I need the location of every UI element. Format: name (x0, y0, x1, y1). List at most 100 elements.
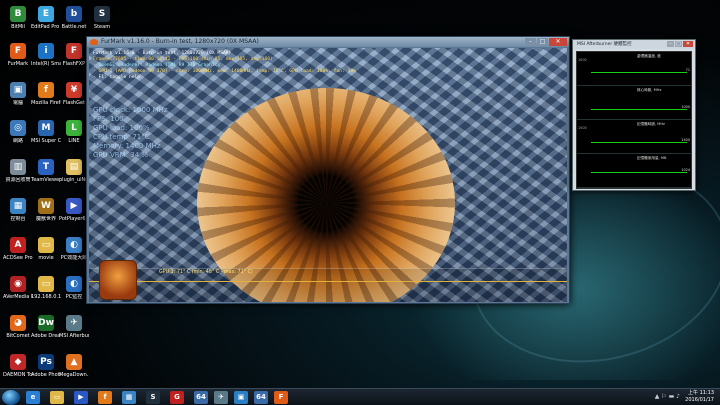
desktop-icon-label: MSI Afterburner (59, 333, 89, 339)
temperature-graph-label: GPU 1: 71° C (min: 48° C - max: 71° C) (159, 270, 253, 275)
desktop-icon-label: FlashGet (62, 100, 85, 106)
desktop-icon-label: PC監控 (65, 294, 83, 300)
afterburner-title: MSI Afterburner 硬體監控 (577, 42, 632, 47)
temperature-graph: GPU 1: 71° C (min: 48° C - max: 71° C) (89, 268, 567, 302)
osd-line: GPU VRM: 34 % (93, 151, 149, 159)
system-tray[interactable]: ▲ ⚐ ▬ ♪ (655, 393, 680, 401)
monitor-graph-line (591, 172, 687, 173)
furmark-title: FurMark v1.16.0 - Burn-in test, 1280x720… (101, 38, 259, 45)
taskbar-app-furmark[interactable]: F (274, 391, 288, 404)
app-icon: ▶ (66, 198, 82, 214)
monitor-graph-name: 記憶體時脈, MHz (637, 122, 665, 126)
desktop-icon-label: PotPlayer6... (59, 216, 89, 222)
monitor-current-value: 71 (685, 68, 690, 72)
desktop-icon-label: TeamViewer 10 (31, 177, 61, 183)
desktop-icon-label: 網路 (12, 138, 23, 144)
clock-time: 上午 11:13 (688, 390, 714, 396)
temperature-line (89, 281, 567, 282)
close-button[interactable]: ✕ (683, 41, 693, 47)
taskbar-app-ie[interactable]: e (26, 391, 40, 404)
desktop-icon-label: 魔獸世界 (35, 216, 56, 222)
desktop-icon-label: MegaDown... (59, 372, 89, 378)
monitor-graph: 處理器溫度, 度 1000 71 (577, 52, 691, 86)
desktop-icon-label: Mozilla Firefox (31, 100, 61, 106)
desktop-icon-label: PC效能大師 (60, 255, 88, 261)
desktop-icon-label: MSI Super Charger (31, 138, 61, 144)
desktop-icon-label: LINE (68, 138, 80, 144)
app-icon: ▤ (66, 159, 82, 175)
furmark-titlebar[interactable]: FurMark v1.16.0 - Burn-in test, 1280x720… (87, 37, 569, 47)
taskbar-app-steam[interactable]: S (146, 391, 160, 404)
app-icon: ▲ (66, 354, 82, 370)
app-icon: F (66, 43, 82, 59)
app-icon: i (38, 43, 54, 59)
desktop-icon-label: BitComet (6, 333, 30, 339)
monitor-axis-label: 1500 (578, 126, 587, 130)
app-icon: ◐ (66, 237, 82, 253)
monitor-axis-label: 1000 (578, 58, 587, 62)
osd-line: GPU clock: 1000 MHz (93, 106, 168, 114)
app-icon: S (94, 6, 110, 22)
taskbar-app-gpu[interactable]: G (170, 391, 184, 404)
taskbar-app-firefox[interactable]: f (98, 391, 112, 404)
osd-line: GPU load: 100% (93, 124, 150, 132)
taskbar-app-64bit[interactable]: 64 (194, 391, 208, 404)
desktop-icon-label: Intel(R) Small Business A... (31, 61, 61, 67)
monitor-current-value: 1000 (681, 105, 690, 109)
desktop-icon-label: FurMark (7, 61, 29, 67)
monitor-current-value: 1400 (681, 138, 690, 142)
app-icon: T (38, 159, 54, 175)
app-icon: Dw (38, 315, 54, 331)
desktop-icon-label: 控制台 (10, 216, 26, 222)
clock[interactable]: 上午 11:13 2016/01/17 (685, 390, 714, 404)
app-icon: F (10, 43, 26, 59)
app-icon: ▭ (38, 237, 54, 253)
taskbar-app-monitor[interactable]: ▣ (234, 391, 248, 404)
furmark-render-canvas: FurMark v1.16.0 - Burn-in test, 1280x720… (89, 48, 567, 302)
app-icon: ▥ (10, 159, 26, 175)
desktop-icon-label: BitMil (11, 24, 25, 30)
furmark-app-icon (90, 39, 98, 45)
taskbar-app-control[interactable]: ▦ (122, 391, 136, 404)
furmark-window[interactable]: FurMark v1.16.0 - Burn-in test, 1280x720… (86, 36, 570, 304)
maximize-button[interactable]: □ (675, 41, 682, 47)
taskbar-app-media[interactable]: ▶ (74, 391, 88, 404)
osd-line: CPU temp: 71°C (93, 133, 150, 141)
monitor-graph-line (591, 72, 687, 73)
minimize-button[interactable]: – (667, 41, 674, 47)
app-icon: ◆ (10, 354, 26, 370)
desktop-icon-label: DAEMON Tools Pro (3, 372, 33, 378)
app-icon: Ps (38, 354, 54, 370)
taskbar-app-afterburner[interactable]: ✈ (214, 391, 228, 404)
desktop-icon-label: FlashFXP (62, 61, 86, 67)
osd-line: FPS: 100 (93, 115, 124, 123)
app-icon: E (38, 6, 54, 22)
taskbar-app-explorer[interactable]: ▭ (50, 391, 64, 404)
clock-date: 2016/01/17 (685, 397, 714, 403)
app-icon: ◎ (10, 120, 26, 136)
monitor-graph: 記憶體時脈, MHz 1500 1400 (577, 120, 691, 154)
monitor-graph-name: 處理器溫度, 度 (637, 54, 661, 58)
monitor-graph-name: 記憶體使用量, MB (637, 156, 667, 160)
minimize-button[interactable]: – (525, 38, 536, 46)
taskbar-app-64bit-2[interactable]: 64 (254, 391, 268, 404)
afterburner-window[interactable]: MSI Afterburner 硬體監控 – □ ✕ 處理器溫度, 度 1000 7… (572, 39, 696, 191)
maximize-button[interactable]: □ (537, 38, 548, 46)
desktop-icon-label: 192.168.0.1 (31, 294, 61, 300)
app-icon: M (38, 120, 54, 136)
app-icon: B (10, 6, 26, 22)
start-button[interactable] (2, 390, 20, 405)
app-icon: ◕ (10, 315, 26, 331)
afterburner-titlebar[interactable]: MSI Afterburner 硬體監控 – □ ✕ (573, 40, 695, 49)
monitor-graph-name: 核心時脈, MHz (637, 88, 662, 92)
monitor-graph-line (591, 142, 687, 143)
furmark-logo (99, 260, 137, 300)
desktop-icon-label: EditPad Pro 7 (31, 24, 61, 30)
close-button[interactable]: ✕ (549, 38, 567, 46)
monitor-graphs[interactable]: 處理器溫度, 度 1000 71 核心時脈, MHz 1000 記憶體時脈, MHz 150… (576, 51, 692, 189)
desktop-icon-label: AVerMedia RECentral (3, 294, 33, 300)
app-icon: ✈ (66, 315, 82, 331)
osd-overlay: GPU clock: 1000 MHz FPS: 100 GPU load: 1… (93, 106, 168, 160)
desktop-icon-label: movie (38, 255, 54, 261)
app-icon: ▦ (10, 198, 26, 214)
